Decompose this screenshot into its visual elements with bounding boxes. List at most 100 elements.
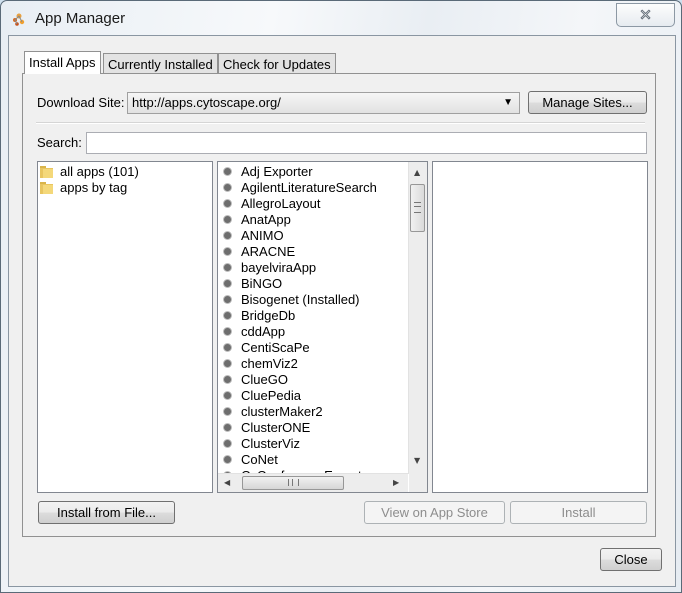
button-label: Manage Sites... (542, 95, 633, 110)
app-list-item[interactable]: cddApp (222, 323, 285, 339)
button-label: Install (561, 505, 596, 520)
scroll-right-icon[interactable]: ▶ (393, 478, 399, 487)
folder-icon (40, 165, 53, 178)
bullet-icon (224, 295, 231, 303)
app-name: clusterMaker2 (241, 403, 323, 419)
category-tree: all apps (101) apps by tag (37, 161, 213, 493)
app-list-item[interactable]: AllegroLayout (222, 195, 321, 211)
view-on-app-store-button[interactable]: View on App Store (364, 501, 505, 524)
button-label: Close (614, 552, 648, 567)
install-button[interactable]: Install (510, 501, 647, 524)
chevron-down-icon: ▼ (503, 97, 513, 108)
close-button[interactable]: Close (600, 548, 662, 571)
scroll-up-icon[interactable]: ▲ (414, 168, 420, 177)
app-manager-window: App Manager ✕ Install Apps Currently Ins… (0, 0, 682, 593)
install-apps-panel: Download Site: http://apps.cytoscape.org… (22, 73, 656, 537)
divider (36, 122, 645, 124)
app-name: AgilentLiteratureSearch (241, 179, 377, 195)
button-label: Install from File... (57, 505, 156, 520)
app-list-item[interactable]: BiNGO (222, 275, 282, 291)
bullet-icon (224, 167, 231, 175)
app-list-item[interactable]: CentiScaPe (222, 339, 310, 355)
search-label: Search: (37, 135, 82, 150)
tab-label: Install Apps (29, 55, 96, 70)
app-name: CentiScaPe (241, 339, 310, 355)
app-name: bayelviraApp (241, 259, 317, 275)
search-input[interactable] (86, 132, 647, 154)
app-details-pane (432, 161, 648, 493)
app-name: chemViz2 (241, 355, 298, 371)
download-site-label: Download Site: (37, 95, 125, 110)
close-icon: ✕ (639, 6, 653, 25)
app-list-item[interactable]: Adj Exporter (222, 163, 313, 179)
scroll-down-icon[interactable]: ▼ (414, 456, 420, 465)
button-label: View on App Store (381, 505, 488, 520)
app-list-item[interactable]: ANIMO (222, 227, 284, 243)
bullet-icon (224, 439, 231, 447)
bullet-icon (224, 423, 231, 431)
tab-install-apps[interactable]: Install Apps (24, 51, 101, 74)
app-name: BiNGO (241, 275, 283, 291)
app-name: cddApp (241, 323, 286, 339)
app-list-item[interactable]: AnatApp (222, 211, 291, 227)
grip-icon (414, 202, 421, 213)
tab-currently-installed[interactable]: Currently Installed (103, 53, 218, 73)
bullet-icon (224, 343, 231, 351)
app-name: CluePedia (241, 387, 301, 403)
app-name: ARACNE (241, 243, 296, 259)
bullet-icon (224, 375, 231, 383)
install-from-file-button[interactable]: Install from File... (38, 501, 175, 524)
scroll-corner (409, 474, 427, 492)
vertical-scrollbar[interactable]: ▲ ▼ (408, 162, 427, 474)
app-list-item[interactable]: ARACNE (222, 243, 295, 259)
tab-check-for-updates[interactable]: Check for Updates (218, 53, 336, 73)
app-name: Adj Exporter (241, 163, 313, 179)
app-list: Adj Exporter AgilentLiteratureSearch Alleg… (217, 161, 428, 493)
bullet-icon (224, 215, 231, 223)
app-list-item[interactable]: bayelviraApp (222, 259, 316, 275)
app-list-item[interactable]: clusterMaker2 (222, 403, 323, 419)
manage-sites-button[interactable]: Manage Sites... (528, 91, 647, 114)
scroll-left-icon[interactable]: ◀ (224, 478, 230, 487)
app-list-item[interactable]: ClusterONE (222, 419, 310, 435)
bullet-icon (224, 359, 231, 367)
app-name: Bisogenet (Installed) (241, 291, 360, 307)
download-site-value: http://apps.cytoscape.org/ (132, 95, 281, 110)
app-name: ClusterViz (241, 435, 301, 451)
app-list-item[interactable]: Bisogenet (Installed) (222, 291, 360, 307)
app-list-item[interactable]: ClueGO (222, 371, 288, 387)
vertical-scroll-thumb[interactable] (410, 184, 425, 232)
bullet-icon (224, 199, 231, 207)
horizontal-scrollbar[interactable]: ◀ ▶ (218, 473, 408, 492)
horizontal-scroll-thumb[interactable] (242, 476, 344, 490)
bullet-icon (224, 327, 231, 335)
bullet-icon (224, 455, 231, 463)
bullet-icon (224, 391, 231, 399)
bullet-icon (224, 311, 231, 319)
title-bar: App Manager ✕ (1, 1, 681, 35)
app-list-item[interactable]: CluePedia (222, 387, 301, 403)
window-close-button[interactable]: ✕ (616, 3, 675, 27)
cytoscape-app-icon (13, 13, 25, 26)
app-name: ClueGO (241, 371, 288, 387)
bullet-icon (224, 279, 231, 287)
download-site-dropdown[interactable]: http://apps.cytoscape.org/ ▼ (127, 92, 520, 114)
tree-item-apps-by-tag[interactable]: apps by tag (40, 179, 127, 195)
bullet-icon (224, 231, 231, 239)
app-name: BridgeDb (241, 307, 296, 323)
tree-item-label: all apps (101) (60, 163, 139, 179)
app-name: ClusterONE (241, 419, 311, 435)
app-list-item[interactable]: CoNet (222, 451, 278, 467)
tab-label: Currently Installed (108, 57, 213, 72)
app-list-item[interactable]: chemViz2 (222, 355, 298, 371)
window-title: App Manager (35, 10, 126, 27)
app-name: AnatApp (241, 211, 291, 227)
app-list-item[interactable]: BridgeDb (222, 307, 295, 323)
app-name: CoNet (241, 451, 278, 467)
app-list-item[interactable]: ClusterViz (222, 435, 300, 451)
bullet-icon (224, 247, 231, 255)
bullet-icon (224, 183, 231, 191)
app-list-item[interactable]: AgilentLiteratureSearch (222, 179, 377, 195)
tab-label: Check for Updates (223, 57, 331, 72)
tree-item-all-apps[interactable]: all apps (101) (40, 163, 139, 179)
